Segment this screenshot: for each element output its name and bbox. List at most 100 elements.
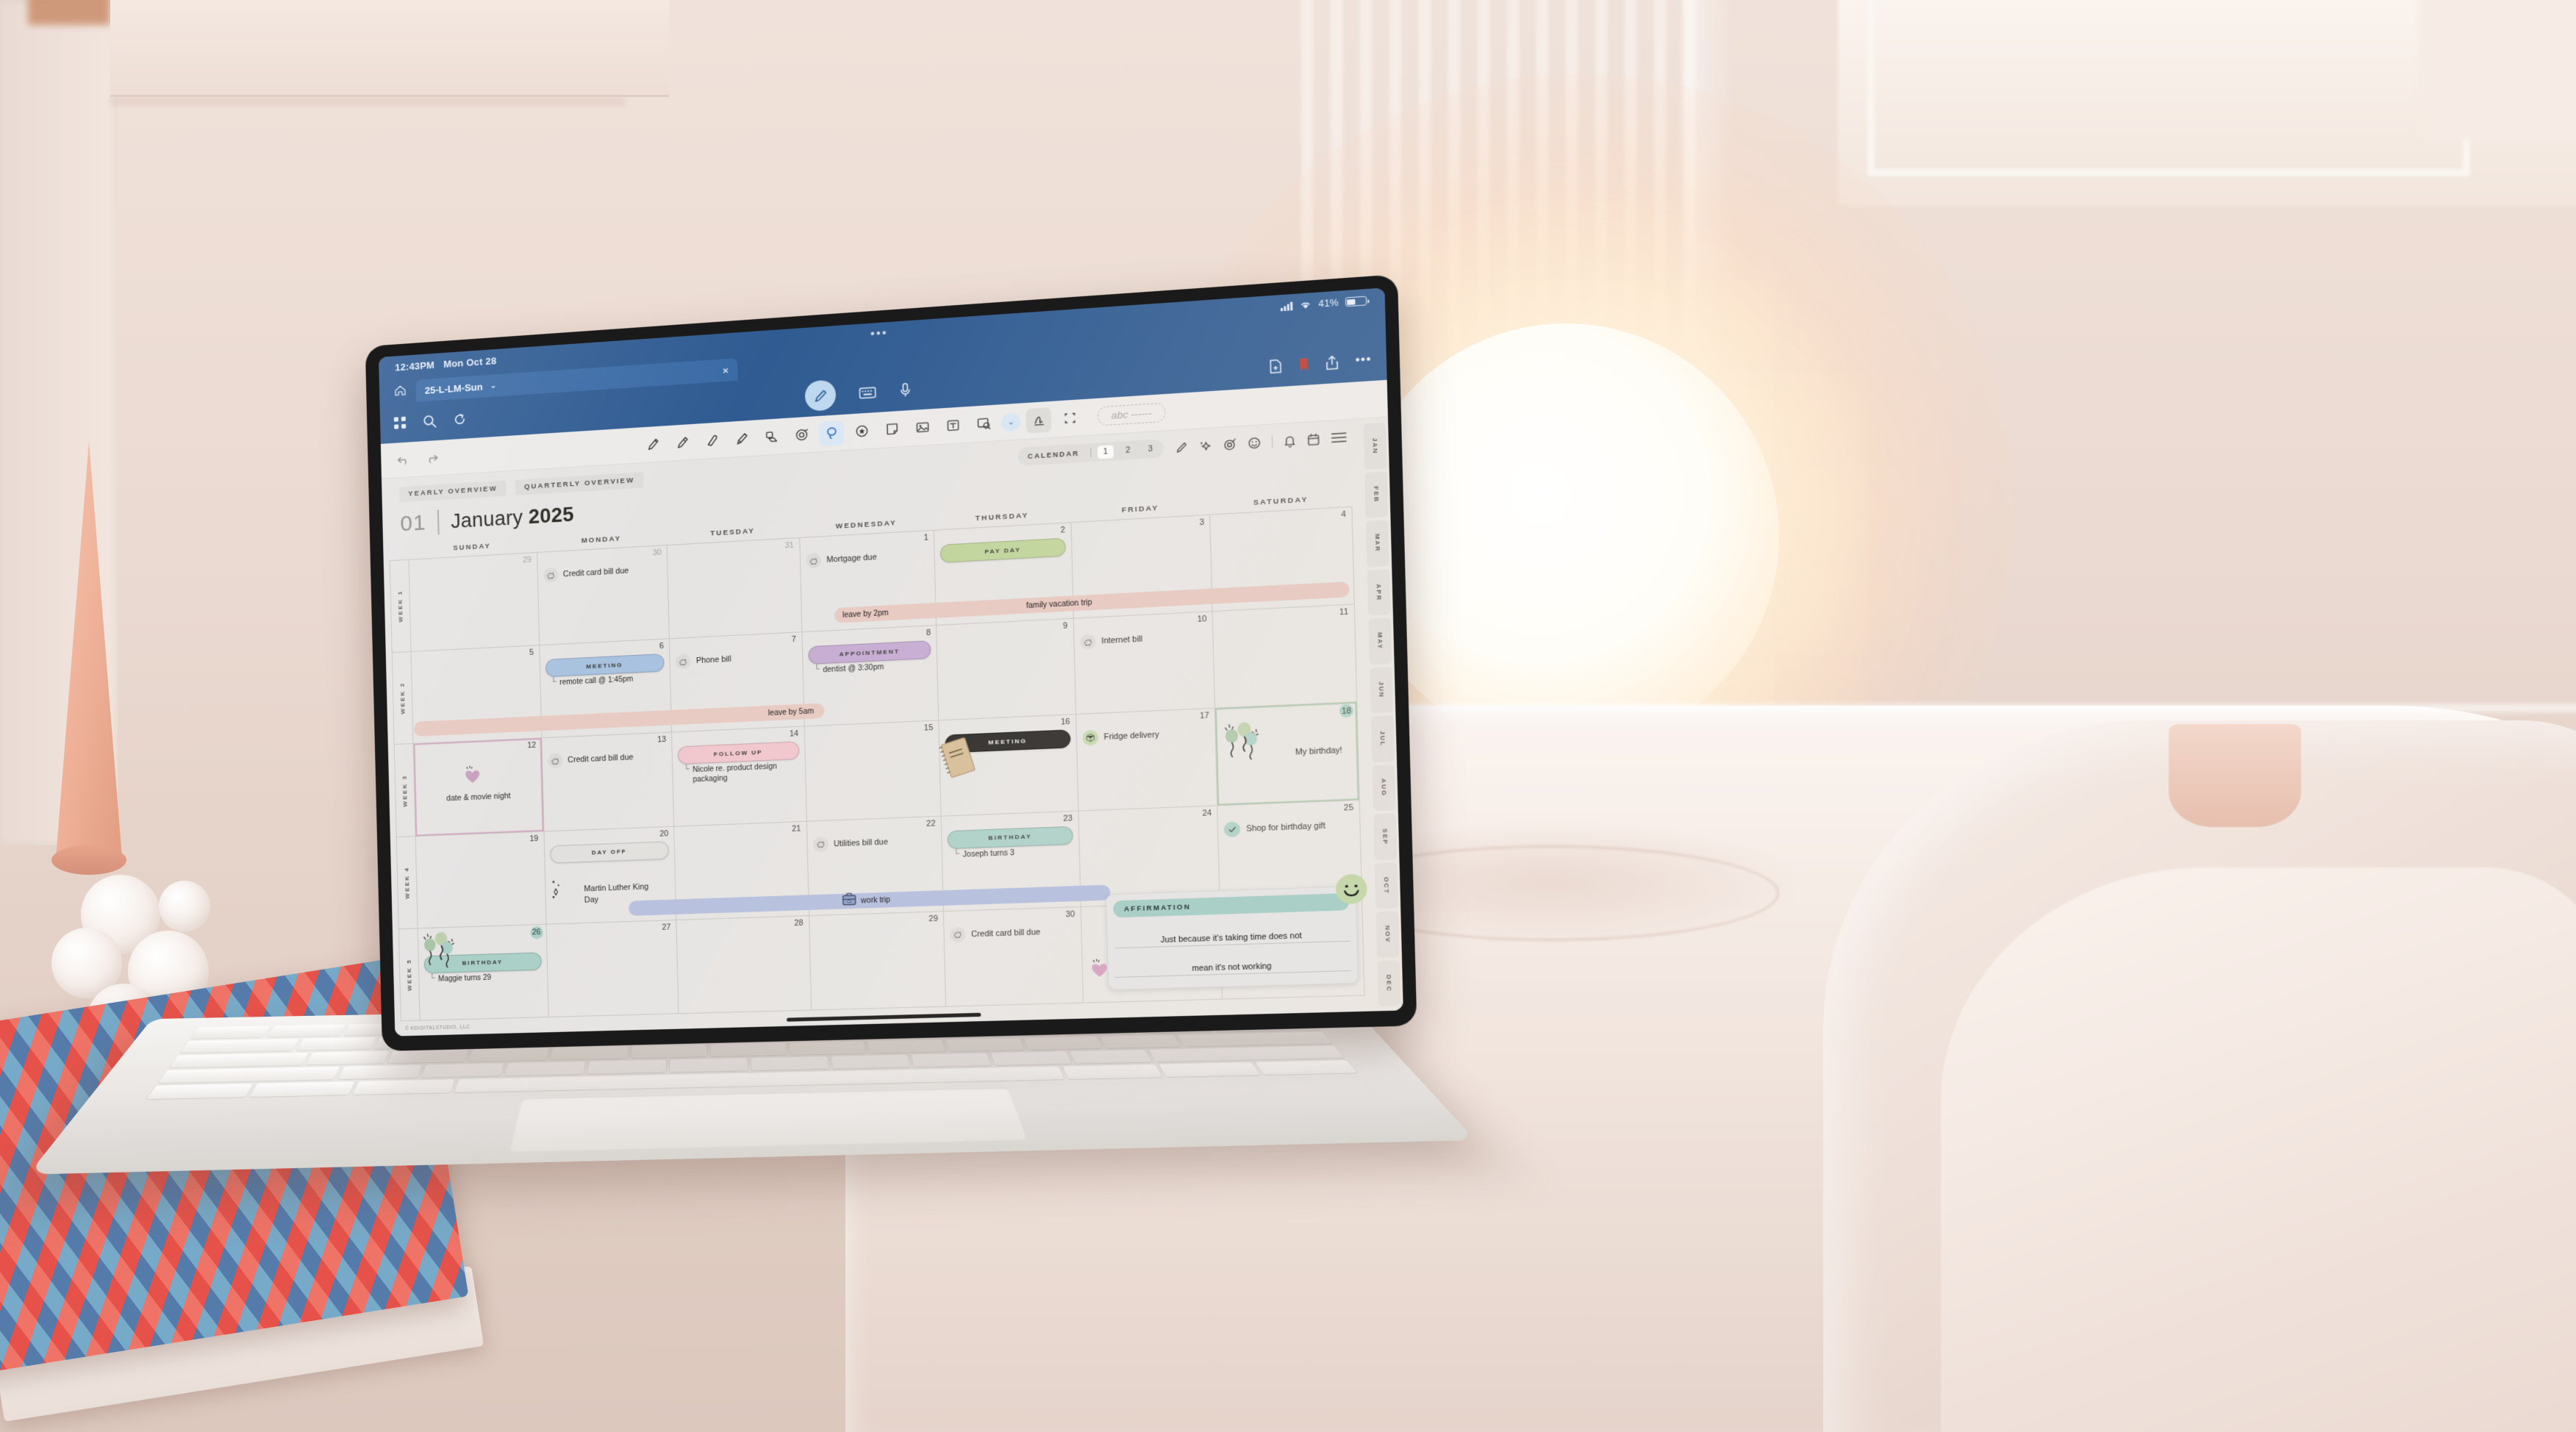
task-item[interactable]: Fridge delivery [1082, 726, 1210, 746]
more-options-icon[interactable]: ••• [1355, 353, 1372, 368]
day-cell[interactable]: 27 [546, 920, 679, 1017]
pen-icon[interactable] [1174, 440, 1188, 454]
day-cell[interactable]: 11 [1213, 605, 1357, 709]
event-pill[interactable]: FOLLOW UP [678, 742, 799, 765]
signature-tool[interactable] [1026, 407, 1051, 433]
task-item[interactable]: Credit card bill due [543, 562, 662, 583]
month-tab-label: DEC [1385, 974, 1393, 992]
day-cell[interactable]: 13 Credit card bill due [542, 733, 674, 831]
day-cell[interactable]: 18 My birthday! [1215, 703, 1359, 806]
add-page-icon[interactable] [1269, 358, 1282, 373]
month-tab-aug[interactable]: AUG [1372, 765, 1395, 811]
shape-tool[interactable] [759, 424, 784, 450]
day-cell[interactable]: 9 [937, 619, 1076, 721]
redo-icon[interactable] [425, 452, 438, 463]
affirmation-card[interactable]: AFFIRMATION Just because it's taking time… [1105, 886, 1358, 990]
search-icon[interactable] [423, 413, 437, 428]
task-item[interactable]: Mortgage due [806, 547, 929, 569]
undo-icon[interactable] [397, 454, 410, 465]
sticker-tool[interactable] [849, 418, 875, 444]
day-cell[interactable]: 30 Credit card bill due [944, 907, 1084, 1007]
event-pill[interactable]: MEETING [545, 654, 664, 677]
eraser-tool[interactable] [700, 428, 725, 454]
ipad-screen[interactable]: 12:43PM Mon Oct 28 ••• 41% 25-L-LM-Sun ⌄… [379, 287, 1403, 1036]
bell-icon[interactable] [1283, 434, 1296, 448]
month-tab-jun[interactable]: JUN [1370, 667, 1393, 714]
home-icon[interactable] [384, 377, 417, 404]
chevron-down-icon[interactable]: ⌄ [1001, 412, 1020, 432]
menu-icon[interactable] [1331, 431, 1348, 444]
calendar-switch-label: CALENDAR [1023, 449, 1084, 460]
event-subnote: └ Nicole re. product design packaging [679, 762, 800, 785]
task-label: Credit card bill due [971, 928, 1040, 939]
grid-view-icon[interactable] [393, 416, 407, 430]
crop-tool[interactable] [1056, 405, 1082, 432]
event-pill[interactable]: BIRTHDAY [948, 826, 1073, 848]
affirmation-line-1[interactable]: Just because it's taking time does not [1113, 921, 1350, 948]
pencil-tool[interactable] [670, 429, 695, 455]
calendar-option-2[interactable]: 2 [1120, 443, 1136, 457]
pen-mode-icon[interactable] [805, 379, 837, 412]
calendar-option-3[interactable]: 3 [1142, 442, 1159, 456]
month-tab-dec[interactable]: DEC [1377, 960, 1400, 1006]
calendar-icon[interactable] [1307, 432, 1320, 446]
event-pill[interactable]: PAY DAY [940, 538, 1066, 563]
calendar-option-1[interactable]: 1 [1098, 445, 1114, 459]
close-icon[interactable]: × [723, 365, 729, 376]
day-cell[interactable]: 26 BIRTHDAY └ Maggie turns 29 [418, 925, 549, 1021]
event-pill[interactable]: DAY OFF [550, 841, 670, 863]
target-icon[interactable] [1223, 437, 1237, 451]
day-cell[interactable]: 12 date & movie night [414, 739, 544, 837]
month-tab-may[interactable]: MAY [1368, 617, 1392, 665]
affirmation-line-2[interactable]: mean it's not working [1114, 951, 1350, 978]
microphone-icon[interactable] [899, 382, 911, 398]
task-item[interactable]: Credit card bill due [548, 749, 667, 769]
chevron-down-icon[interactable]: ⌄ [490, 382, 497, 390]
day-cell[interactable]: 17 Fridge delivery [1076, 709, 1218, 811]
smiley-icon[interactable] [1248, 436, 1262, 450]
month-tab-jan[interactable]: JAN [1363, 422, 1387, 469]
month-tab-apr[interactable]: APR [1367, 569, 1391, 616]
month-tab-sep[interactable]: SEP [1373, 813, 1397, 859]
trackpad[interactable] [508, 1087, 1028, 1152]
multitask-handle[interactable]: ••• [870, 326, 889, 341]
sticky-note-tool[interactable] [879, 416, 905, 442]
month-tab-mar[interactable]: MAR [1366, 520, 1389, 567]
day-cell[interactable]: 15 [804, 721, 941, 822]
day-cell[interactable]: 16 MEETING [940, 715, 1079, 816]
day-note: My birthday! [1295, 746, 1342, 757]
event-pill[interactable]: APPOINTMENT [808, 640, 931, 665]
day-cell[interactable]: 29 [809, 912, 947, 1011]
media-search-tool[interactable] [970, 410, 996, 436]
text-box-tool[interactable] [940, 412, 966, 438]
share-icon[interactable] [1325, 354, 1339, 370]
planner-page[interactable]: YEARLY OVERVIEW QUARTERLY OVERVIEW CALEN… [382, 418, 1403, 1037]
month-tab-feb[interactable]: FEB [1364, 471, 1388, 518]
month-tab-oct[interactable]: OCT [1375, 862, 1398, 909]
day-cell[interactable]: 29 [409, 553, 540, 652]
month-tab-nov[interactable]: NOV [1376, 911, 1400, 957]
handwriting-chip[interactable]: abc ------ [1098, 403, 1166, 426]
day-cell[interactable]: 30 Credit card bill due [537, 545, 670, 645]
day-cell[interactable]: 10 Internet bill [1074, 612, 1216, 715]
sparkle-icon[interactable] [1198, 439, 1212, 453]
lasso-refresh-icon[interactable] [453, 412, 468, 426]
calendar-grid[interactable]: WEEK 1 29 30 Credit card bill due 31 1 Mortgag… [390, 506, 1365, 1022]
image-tool[interactable] [909, 415, 935, 440]
day-cell[interactable]: 19 [416, 831, 546, 928]
task-item[interactable]: Credit card bill due [950, 923, 1076, 942]
color-palette-tool[interactable] [789, 422, 814, 448]
fountain-pen-tool[interactable] [640, 432, 665, 457]
keyboard-mode-icon[interactable] [859, 385, 876, 399]
highlighter-tool[interactable] [729, 426, 754, 451]
task-item[interactable]: Internet bill [1080, 629, 1208, 650]
bookmark-icon[interactable] [1298, 357, 1309, 372]
task-item[interactable]: Shop for birthday gift [1224, 817, 1354, 837]
day-cell[interactable]: 14 FOLLOW UP └ Nicole re. product design pa… [672, 727, 806, 826]
day-cell[interactable]: 28 [676, 916, 811, 1014]
lasso-select-tool[interactable] [819, 420, 844, 446]
day-cell[interactable]: 31 [668, 538, 802, 639]
task-item[interactable]: Phone bill [676, 648, 797, 669]
month-tab-jul[interactable]: JUL [1371, 715, 1395, 762]
task-item[interactable]: Utilities bill due [812, 832, 936, 852]
